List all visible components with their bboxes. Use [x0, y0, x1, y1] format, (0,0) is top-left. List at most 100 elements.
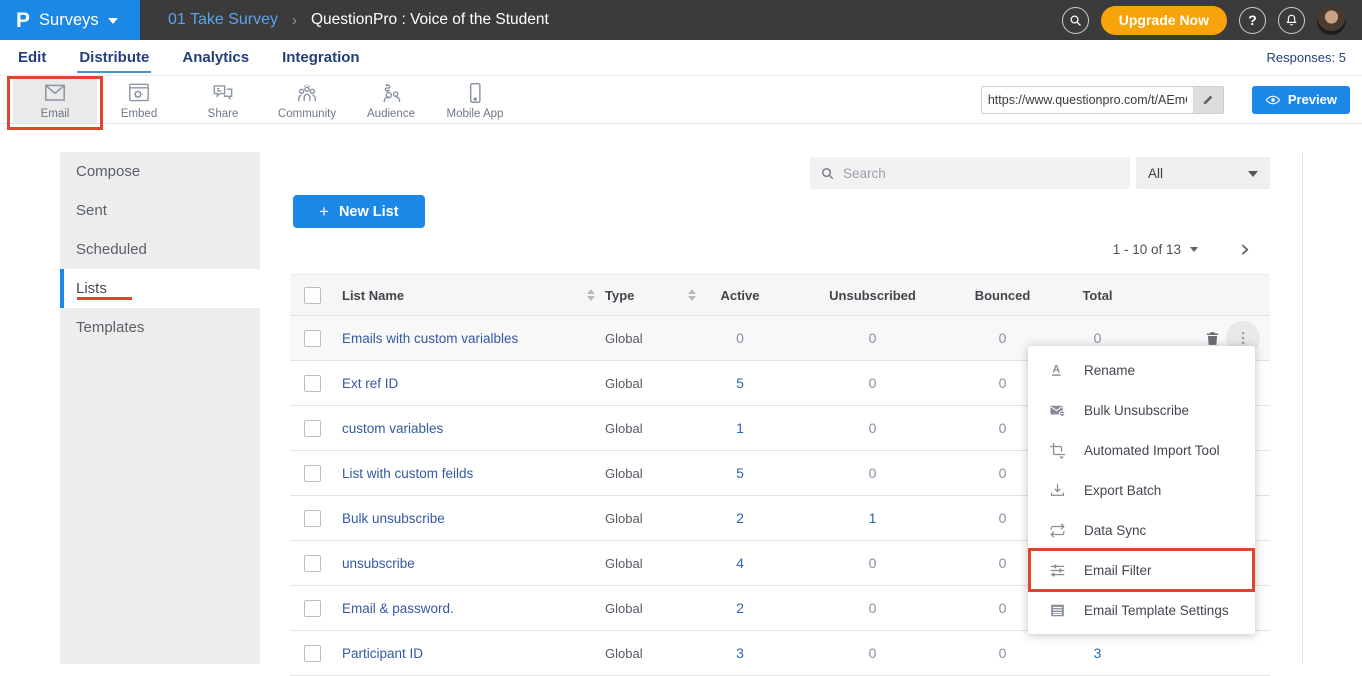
template-settings-icon — [1048, 601, 1067, 620]
pagination-range[interactable]: 1 - 10 of 13 — [1113, 242, 1181, 257]
sidebar-item-label: Templates — [76, 319, 144, 336]
active-count: 3 — [700, 645, 780, 661]
breadcrumb-separator-icon: › — [292, 12, 297, 29]
channel-label: Email — [41, 108, 70, 120]
data-sync-icon — [1048, 521, 1067, 540]
active-count: 1 — [700, 420, 780, 436]
row-checkbox[interactable] — [304, 375, 321, 392]
chevron-down-icon — [1248, 171, 1258, 177]
channel-label: Community — [278, 108, 336, 120]
sidebar-item-label: Lists — [76, 280, 107, 297]
active-count: 5 — [700, 465, 780, 481]
sidebar-item-lists[interactable]: Lists — [60, 269, 260, 308]
list-name-link[interactable]: Emails with custom varialbles — [342, 331, 518, 346]
menu-item-export-batch[interactable]: Export Batch — [1028, 470, 1255, 510]
row-checkbox[interactable] — [304, 555, 321, 572]
tab-edit[interactable]: Edit — [16, 43, 48, 73]
tab-label: Integration — [282, 49, 360, 66]
edit-url-pencil-icon[interactable] — [1193, 87, 1223, 113]
preview-label: Preview — [1288, 92, 1337, 107]
search-icon[interactable] — [1062, 7, 1089, 34]
menu-item-label: Export Batch — [1084, 483, 1161, 498]
list-name-link[interactable]: unsubscribe — [342, 556, 415, 571]
select-all-checkbox[interactable] — [304, 287, 321, 304]
list-name-link[interactable]: Bulk unsubscribe — [342, 511, 445, 526]
survey-url-input[interactable] — [982, 87, 1193, 113]
unsubscribed-count: 0 — [780, 465, 965, 481]
sidebar-item-compose[interactable]: Compose — [60, 152, 260, 191]
sidebar-item-scheduled[interactable]: Scheduled — [60, 230, 260, 269]
row-checkbox[interactable] — [304, 510, 321, 527]
row-checkbox[interactable] — [304, 330, 321, 347]
upgrade-now-button[interactable]: Upgrade Now — [1101, 6, 1227, 35]
breadcrumb-page-title: QuestionPro : Voice of the Student — [311, 11, 549, 29]
sort-icon[interactable] — [688, 289, 696, 301]
breadcrumb-survey-link[interactable]: 01 Take Survey — [168, 11, 278, 29]
topbar-actions: Upgrade Now ? — [1062, 6, 1362, 35]
list-name-link[interactable]: custom variables — [342, 421, 443, 436]
list-name-link[interactable]: Ext ref ID — [342, 376, 398, 391]
header-total: Total — [1040, 288, 1155, 303]
channel-mobile-app[interactable]: Mobile App — [433, 76, 517, 123]
unsubscribed-count: 0 — [780, 420, 965, 436]
header-type: Type — [605, 288, 634, 303]
next-page-chevron-icon[interactable]: › — [1240, 239, 1250, 259]
list-name-link[interactable]: Email & password. — [342, 601, 454, 616]
channel-embed[interactable]: Embed — [97, 76, 181, 123]
channel-community[interactable]: Community — [265, 76, 349, 123]
menu-item-email-template-settings[interactable]: Email Template Settings — [1028, 590, 1255, 630]
channel-label: Mobile App — [447, 108, 504, 120]
header-unsubscribed: Unsubscribed — [780, 288, 965, 303]
row-checkbox[interactable] — [304, 645, 321, 662]
channel-email[interactable]: Email — [13, 76, 97, 123]
email-filter-icon — [1048, 561, 1067, 580]
channel-list: Email Embed Share Community Audience Mob… — [13, 76, 517, 123]
responses-count[interactable]: Responses: 5 — [1267, 50, 1347, 65]
tab-integration[interactable]: Integration — [280, 43, 362, 73]
list-name-link[interactable]: Participant ID — [342, 646, 423, 661]
list-filter-dropdown[interactable]: All — [1136, 157, 1270, 189]
menu-item-label: Data Sync — [1084, 523, 1146, 538]
preview-button[interactable]: Preview — [1252, 86, 1350, 114]
rename-icon: A — [1048, 361, 1067, 380]
distribute-toolbar: Email Embed Share Community Audience Mob… — [0, 76, 1362, 124]
tab-analytics[interactable]: Analytics — [180, 43, 251, 73]
sidebar-item-templates[interactable]: Templates — [60, 308, 260, 347]
avatar[interactable] — [1317, 6, 1346, 35]
export-batch-icon — [1048, 481, 1067, 500]
pagination-caret-icon[interactable] — [1190, 247, 1198, 252]
menu-item-automated-import-tool[interactable]: Automated Import Tool — [1028, 430, 1255, 470]
menu-item-label: Email Template Settings — [1084, 603, 1229, 618]
product-name: Surveys — [39, 11, 99, 30]
sort-icon[interactable] — [587, 289, 595, 301]
total-count: 3 — [1040, 645, 1155, 661]
row-checkbox[interactable] — [304, 600, 321, 617]
plus-icon: + — [319, 202, 329, 222]
row-checkbox[interactable] — [304, 465, 321, 482]
nav-tabs: Edit Distribute Analytics Integration — [16, 43, 362, 73]
row-checkbox[interactable] — [304, 420, 321, 437]
search-input[interactable] — [843, 166, 1120, 181]
header-active: Active — [700, 288, 780, 303]
active-count: 2 — [700, 510, 780, 526]
menu-item-data-sync[interactable]: Data Sync — [1028, 510, 1255, 550]
channel-audience[interactable]: Audience — [349, 76, 433, 123]
notifications-bell-icon[interactable] — [1278, 7, 1305, 34]
menu-item-label: Email Filter — [1084, 563, 1152, 578]
sidebar-item-sent[interactable]: Sent — [60, 191, 260, 230]
tab-distribute[interactable]: Distribute — [77, 43, 151, 73]
surveys-product-switcher[interactable]: P Surveys — [0, 0, 140, 40]
menu-item-bulk-unsubscribe[interactable]: Bulk Unsubscribe — [1028, 390, 1255, 430]
help-icon[interactable]: ? — [1239, 7, 1266, 34]
menu-item-label: Automated Import Tool — [1084, 443, 1220, 458]
menu-item-rename[interactable]: A Rename — [1028, 350, 1255, 390]
topbar: P Surveys 01 Take Survey › QuestionPro :… — [0, 0, 1362, 40]
menu-item-email-filter[interactable]: Email Filter — [1028, 550, 1255, 590]
list-name-link[interactable]: List with custom feilds — [342, 466, 473, 481]
new-list-button[interactable]: + New List — [293, 195, 425, 228]
trash-icon[interactable] — [1204, 328, 1222, 348]
bounced-count: 0 — [965, 330, 1040, 346]
table-header-row: List Name Type Active Unsubscribed Bounc… — [290, 274, 1270, 316]
unsubscribed-count: 0 — [780, 555, 965, 571]
channel-share[interactable]: Share — [181, 76, 265, 123]
